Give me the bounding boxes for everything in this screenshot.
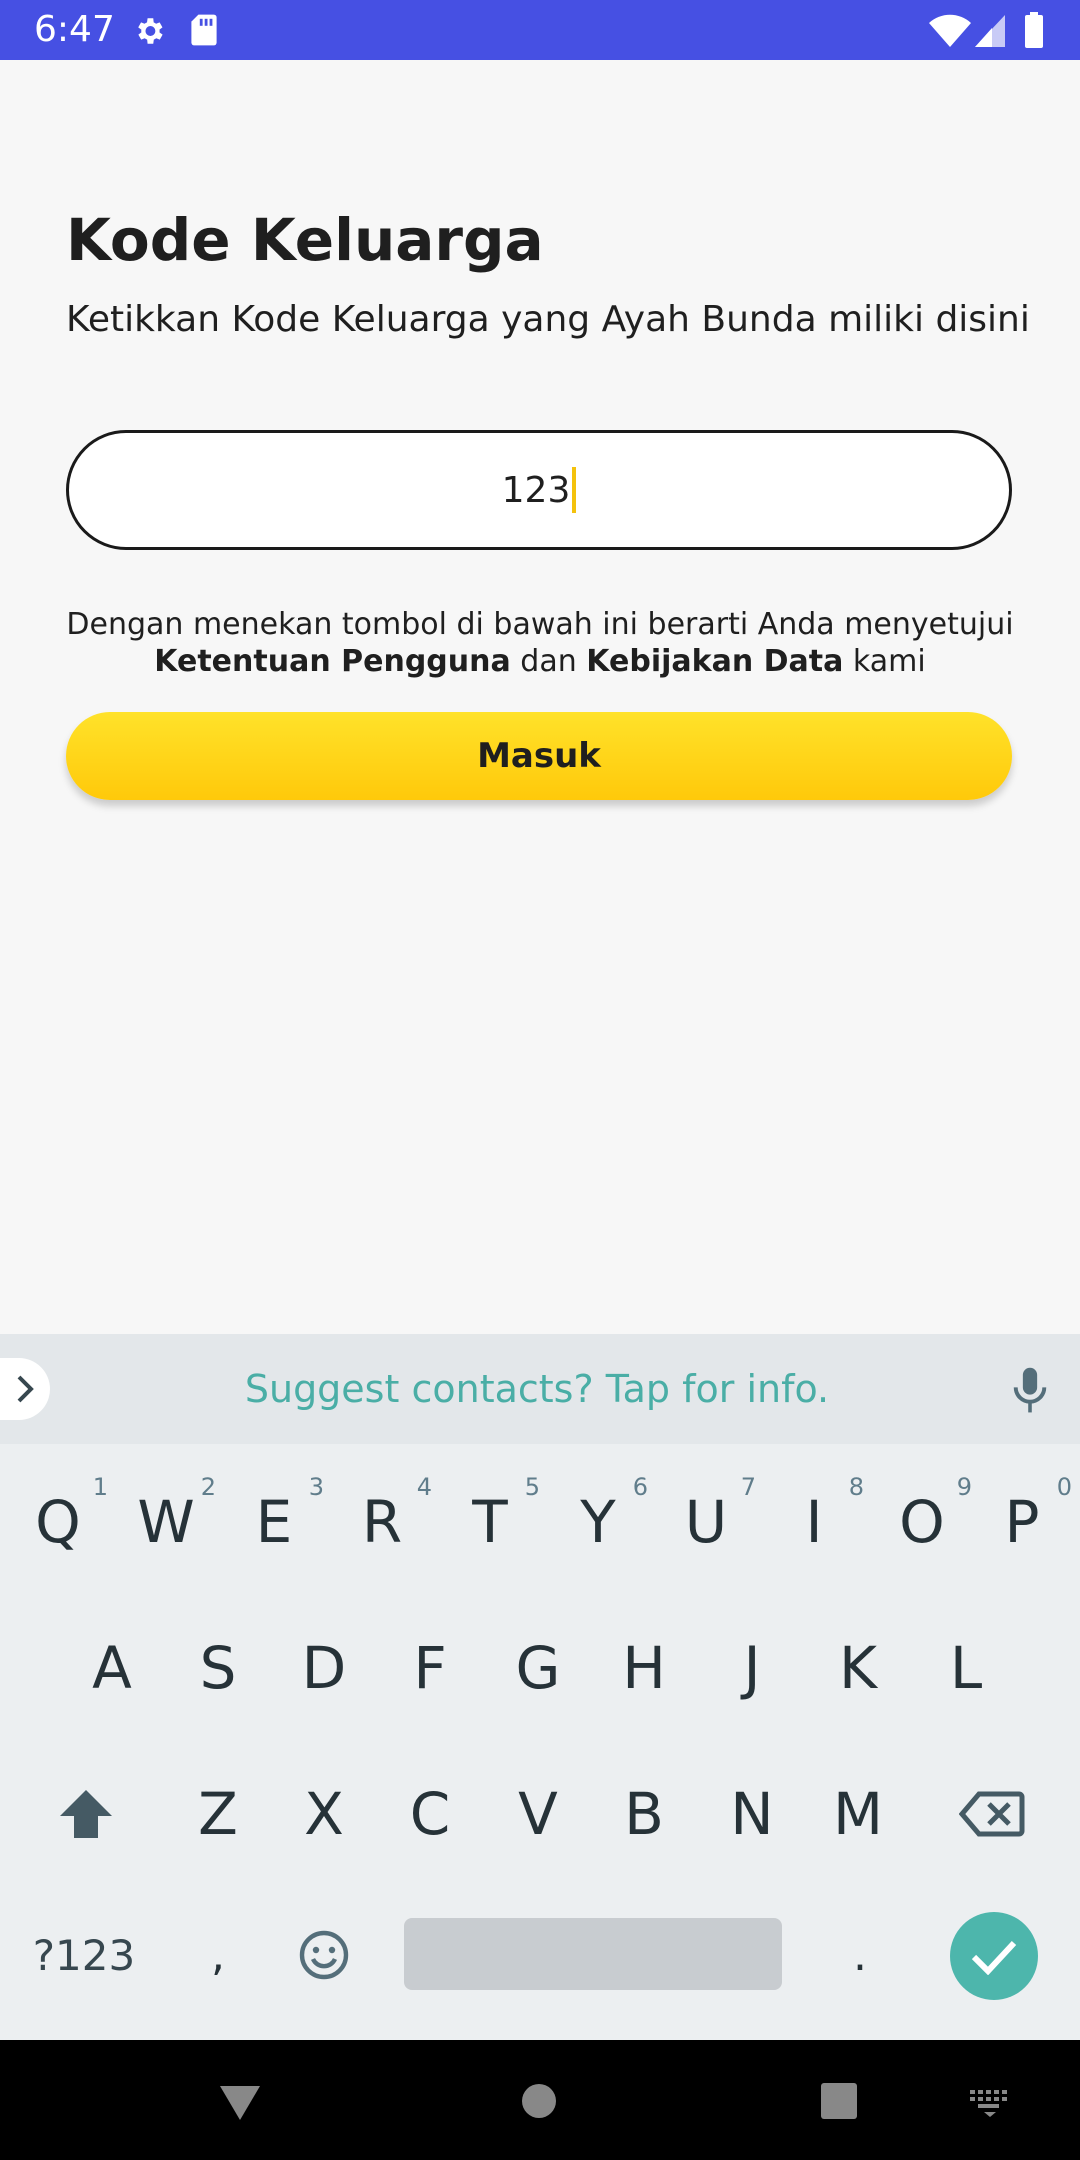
text-cursor [572,467,577,513]
suggestion-strip: Suggest contacts? Tap for info. [0,1334,1080,1444]
key-e[interactable]: E3 [220,1457,328,1587]
space-key[interactable] [404,1918,782,1990]
done-key[interactable] [950,1912,1038,2000]
key-b[interactable]: B [590,1749,698,1879]
shift-arrow-icon [60,1790,112,1838]
key-s[interactable]: S [164,1603,272,1733]
terms-of-use-link[interactable]: Ketentuan Pengguna [154,644,510,679]
family-code-input[interactable]: 123 [66,430,1012,550]
status-bar: 6:47 [0,0,1080,60]
wifi-icon [929,14,971,48]
key-v[interactable]: V [484,1749,592,1879]
suggest-contacts-prompt[interactable]: Suggest contacts? Tap for info. [0,1364,1074,1414]
page-title: Kode Keluarga [66,206,544,274]
cell-signal-icon [975,15,1005,47]
navigation-bar [0,2040,1080,2160]
period-key[interactable]: . [806,1890,914,2020]
symbols-key[interactable]: ?123 [14,1890,154,2020]
key-y[interactable]: Y6 [544,1457,652,1587]
backspace-key[interactable] [938,1749,1046,1879]
home-icon[interactable] [520,2082,558,2120]
smiley-icon [299,1930,349,1980]
shift-key[interactable] [32,1749,140,1879]
terms-middle: dan [520,644,577,679]
key-a[interactable]: A [58,1603,166,1733]
key-c[interactable]: C [376,1749,484,1879]
key-d[interactable]: D [270,1603,378,1733]
sd-card-icon [191,14,217,46]
emoji-key[interactable] [270,1890,378,2020]
key-f[interactable]: F [376,1603,484,1733]
key-q[interactable]: Q1 [4,1457,112,1587]
key-u[interactable]: U7 [652,1457,760,1587]
key-i[interactable]: I8 [760,1457,868,1587]
comma-key[interactable]: , [164,1890,272,2020]
terms-suffix: kami [852,644,926,679]
key-h[interactable]: H [590,1603,698,1733]
recents-icon[interactable] [820,2082,858,2120]
key-z[interactable]: Z [164,1749,272,1879]
key-j[interactable]: J [698,1603,806,1733]
key-n[interactable]: N [698,1749,806,1879]
chevron-right-icon [17,1375,34,1403]
terms-prefix: Dengan menekan tombol di bawah ini berar… [66,607,1014,642]
key-r[interactable]: R4 [328,1457,436,1587]
key-m[interactable]: M [804,1749,912,1879]
gear-icon [138,18,163,44]
microphone-icon[interactable] [1008,1366,1052,1416]
key-k[interactable]: K [804,1603,912,1733]
key-w[interactable]: W2 [112,1457,220,1587]
key-g[interactable]: G [484,1603,592,1733]
page-subtitle: Ketikkan Kode Keluarga yang Ayah Bunda m… [66,299,1030,340]
key-x[interactable]: X [270,1749,378,1879]
key-o[interactable]: O9 [868,1457,976,1587]
battery-icon [1025,12,1043,48]
back-icon[interactable] [218,2082,262,2122]
checkmark-icon [971,1940,1017,1975]
status-time: 6:47 [34,9,115,50]
key-p[interactable]: P0 [968,1457,1076,1587]
terms-notice: Dengan menekan tombol di bawah ini berar… [60,606,1020,680]
data-policy-link[interactable]: Kebijakan Data [586,644,843,679]
keyboard-switch-icon[interactable] [968,2088,1012,2118]
family-code-value: 123 [501,469,571,511]
key-t[interactable]: T5 [436,1457,544,1587]
key-l[interactable]: L [912,1603,1020,1733]
login-button[interactable]: Masuk [66,712,1012,800]
backspace-icon [959,1791,1025,1837]
